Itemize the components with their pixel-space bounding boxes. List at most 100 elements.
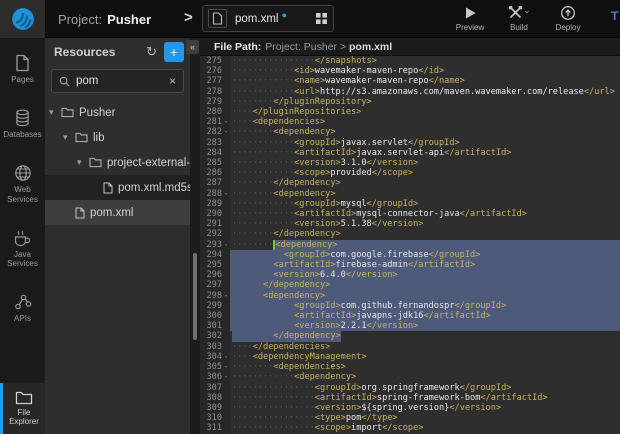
- code-line[interactable]: 309················<version>${spring.ver…: [200, 403, 620, 413]
- code-line[interactable]: 299············<groupId>com.github.ferna…: [200, 301, 620, 311]
- scrollbar-thumb[interactable]: [193, 253, 197, 340]
- code-line[interactable]: 304-····<dependencyManagement>: [200, 352, 620, 362]
- panel-divider: [190, 38, 200, 434]
- code-line[interactable]: 296········<version>6.4.0</version>: [200, 270, 620, 280]
- fold-marker-icon[interactable]: -: [222, 240, 230, 250]
- code-line[interactable]: 303····</dependencies>: [200, 342, 620, 352]
- code-editor: File Path: Project: Pusher > pom.xml 275…: [200, 38, 620, 434]
- fold-marker-icon[interactable]: -: [222, 362, 230, 372]
- fold-marker-icon[interactable]: -: [222, 117, 230, 127]
- code-line[interactable]: 294··········<groupId>com.google.firebas…: [200, 250, 620, 260]
- file-path-label: File Path:: [214, 41, 261, 53]
- grid-view-icon[interactable]: [315, 12, 328, 25]
- code-line[interactable]: 287········</dependency>: [200, 178, 620, 188]
- code-line[interactable]: 297······</dependency>: [200, 280, 620, 290]
- code-line[interactable]: 280····</pluginRepositories>: [200, 107, 620, 117]
- code-line[interactable]: 277············<name>wavemaker-maven-rep…: [200, 76, 620, 86]
- tree-item-label: Pusher: [79, 107, 115, 119]
- code-line[interactable]: 286············<scope>provided</scope>: [200, 168, 620, 178]
- code-line[interactable]: 302········</dependency>: [200, 331, 620, 341]
- caret-down-icon[interactable]: ▾: [63, 132, 75, 143]
- play-icon: [464, 4, 477, 21]
- code-line[interactable]: 283············<groupId>javax.servlet</g…: [200, 138, 620, 148]
- search-input[interactable]: pom: [76, 75, 169, 87]
- deploy-cloud-icon: [560, 4, 576, 21]
- tree-item-label: pom.xml: [90, 207, 133, 219]
- code-line[interactable]: 306-············<dependency>: [200, 372, 620, 382]
- code-line[interactable]: 288-········<dependency>: [200, 189, 620, 199]
- code-line[interactable]: 284············<artifactId>javax.servlet…: [200, 148, 620, 158]
- tree-item-Pusher[interactable]: ▾ Pusher: [45, 100, 190, 125]
- fold-marker-icon: [222, 199, 230, 209]
- build-tools-icon: ⌄: [508, 4, 531, 21]
- code-line[interactable]: 298-······<dependency>: [200, 291, 620, 301]
- fold-marker-icon[interactable]: -: [222, 189, 230, 199]
- line-number: 306-: [200, 372, 230, 382]
- code-line[interactable]: 295········<artifactId>firebase-admin</a…: [200, 260, 620, 270]
- fold-marker-icon: [222, 229, 230, 239]
- sidebar-item-pages[interactable]: Pages: [0, 48, 45, 90]
- add-resource-button[interactable]: +: [164, 42, 184, 62]
- line-number: 299: [200, 301, 230, 311]
- line-number: 294: [200, 250, 230, 260]
- caret-down-icon[interactable]: ▾: [77, 157, 89, 168]
- line-number: 297: [200, 280, 230, 290]
- file-icon: [75, 207, 85, 219]
- tree-item-lib[interactable]: ▾lib: [45, 125, 190, 150]
- code-line[interactable]: 279········</pluginRepository>: [200, 97, 620, 107]
- deploy-button[interactable]: Deploy: [550, 4, 586, 32]
- tree-item-pom.xml[interactable]: pom.xml: [45, 200, 190, 225]
- code-line[interactable]: 311················<scope>import</scope>: [200, 423, 620, 433]
- code-line[interactable]: 276············<id>wavemaker-maven-repo<…: [200, 66, 620, 76]
- folder-icon: [61, 107, 74, 118]
- line-number: 305-: [200, 362, 230, 372]
- code-line[interactable]: 305-········<dependencies>: [200, 362, 620, 372]
- build-button[interactable]: ⌄ Build: [501, 4, 537, 32]
- code-line[interactable]: 291············<version>5.1.38</version>: [200, 219, 620, 229]
- fold-marker-icon: [222, 260, 230, 270]
- fold-marker-icon[interactable]: -: [222, 372, 230, 382]
- line-number: 307: [200, 383, 230, 393]
- code-line[interactable]: 281-····<dependencies>: [200, 117, 620, 127]
- collapse-panel-button[interactable]: «: [186, 40, 199, 54]
- code-line[interactable]: 301············<version>2.2.1</version>: [200, 321, 620, 331]
- code-line[interactable]: 307················<groupId>org.springfr…: [200, 383, 620, 393]
- fold-marker-icon: [222, 413, 230, 423]
- code-area[interactable]: 275················</snapshots>276······…: [200, 56, 620, 434]
- tree-item-pom.xml.md5sum[interactable]: pom.xml.md5sum: [45, 175, 190, 200]
- code-line[interactable]: 278············<url>http://s3.amazonaws.…: [200, 87, 620, 97]
- sidebar-item-apis[interactable]: APIs: [0, 287, 45, 329]
- code-line[interactable]: 310················<type>pom</type>: [200, 413, 620, 423]
- code-line[interactable]: 292········</dependency>: [200, 229, 620, 239]
- code-line[interactable]: 285············<version>3.1.0</version>: [200, 158, 620, 168]
- fold-marker-icon: [222, 321, 230, 331]
- sidebar-item-file-explorer[interactable]: FileExplorer: [0, 383, 45, 434]
- line-number: 286: [200, 168, 230, 178]
- file-tree: ▾Pusher▾lib▾project-external-depenpom.xm…: [45, 100, 190, 225]
- refresh-icon[interactable]: ↻: [146, 44, 157, 60]
- code-line[interactable]: 300············<artifactId>javapns-jdk16…: [200, 311, 620, 321]
- file-icon: [208, 9, 227, 28]
- fold-marker-icon[interactable]: -: [222, 291, 230, 301]
- sidebar-item-databases[interactable]: Databases: [0, 103, 45, 145]
- code-line[interactable]: 275················</snapshots>: [200, 56, 620, 66]
- fold-marker-icon: [222, 331, 230, 341]
- clear-search-icon[interactable]: ×: [169, 74, 176, 88]
- code-line[interactable]: 290············<artifactId>mysql-connect…: [200, 209, 620, 219]
- preview-button[interactable]: Preview: [452, 4, 488, 32]
- caret-down-icon[interactable]: ▾: [49, 107, 61, 118]
- fold-marker-icon[interactable]: -: [222, 352, 230, 362]
- deploy-label: Deploy: [556, 23, 581, 32]
- fold-marker-icon[interactable]: -: [222, 127, 230, 137]
- tree-item-project-external-depen[interactable]: ▾project-external-depen: [45, 150, 190, 175]
- code-line[interactable]: 308················<artifactId>spring-fr…: [200, 393, 620, 403]
- resources-panel: Resources ↻ + pom × ▾Pusher▾lib▾project-…: [45, 38, 190, 434]
- wavemaker-logo[interactable]: [0, 0, 45, 38]
- sidebar-item-web-services[interactable]: Web Services: [0, 158, 45, 209]
- code-line[interactable]: 282-········<dependency>: [200, 127, 620, 137]
- sidebar-item-java-services[interactable]: Java Services: [0, 223, 45, 274]
- resource-search-box[interactable]: pom ×: [51, 69, 184, 93]
- code-line[interactable]: 293-········<dependency>: [200, 240, 620, 250]
- tab-pom-xml[interactable]: pom.xml ●: [202, 5, 334, 32]
- code-line[interactable]: 289············<groupId>mysql</groupId>: [200, 199, 620, 209]
